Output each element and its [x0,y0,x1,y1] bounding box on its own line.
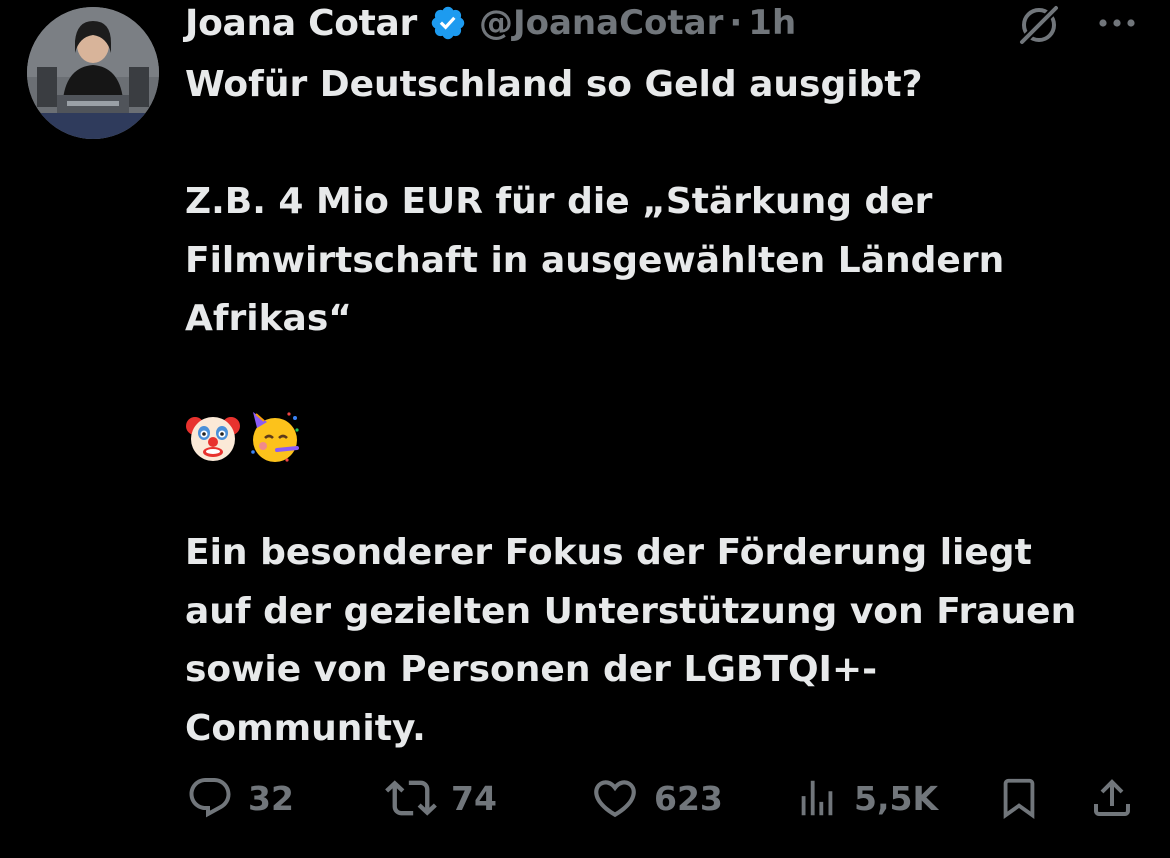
clown-face-icon [185,408,241,464]
reply-button[interactable]: 32 [186,770,294,826]
like-icon [594,780,636,818]
tweet-line: sowie von Personen der LGBTQI+- [185,649,878,690]
reply-count: 32 [248,778,294,818]
avatar[interactable] [27,7,159,139]
header-separator: · [729,3,743,43]
tweet-text: Wofür Deutschland so Geld ausgibt? Z.B. … [185,56,1145,758]
views-count: 5,5K [854,778,939,818]
tweet-header: Joana Cotar @JoanaCotar · 1h [185,0,796,46]
like-count: 623 [654,778,723,818]
views-button[interactable]: 5,5K [794,770,938,826]
action-bar: 32 74 623 5,5K [0,770,1170,826]
share-icon [1094,779,1130,816]
views-icon [801,780,833,816]
tweet-line: Z.B. 4 Mio EUR für die „Stärkung der [185,181,933,222]
emoji-row [185,407,1145,466]
like-button[interactable]: 623 [590,770,723,826]
verified-badge-icon [429,4,467,42]
bookmark-icon [1003,778,1035,819]
bookmark-button[interactable] [996,770,1042,826]
tweet-line: Wofür Deutschland so Geld ausgibt? [185,64,923,105]
post-time[interactable]: 1h [748,3,796,43]
repost-button[interactable]: 74 [385,770,497,826]
tweet-line: Afrikas“ [185,298,352,339]
reply-icon [189,778,231,818]
partying-face-icon [247,408,303,464]
tweet-line: auf der gezielten Unterstützung von Frau… [185,590,1077,632]
tweet-line: Community. [185,707,426,749]
tweet-line: Filmwirtschaft in ausgewählten Ländern [185,239,1005,281]
more-icon[interactable] [1094,8,1140,38]
repost-count: 74 [451,778,497,818]
share-button[interactable] [1088,770,1136,826]
tweet-line: Ein besonderer Fokus der Förderung liegt [185,532,1032,573]
repost-icon [385,780,437,816]
grok-icon[interactable] [1016,2,1062,48]
author-handle[interactable]: @JoanaCotar [479,3,723,43]
author-name[interactable]: Joana Cotar [185,3,417,44]
